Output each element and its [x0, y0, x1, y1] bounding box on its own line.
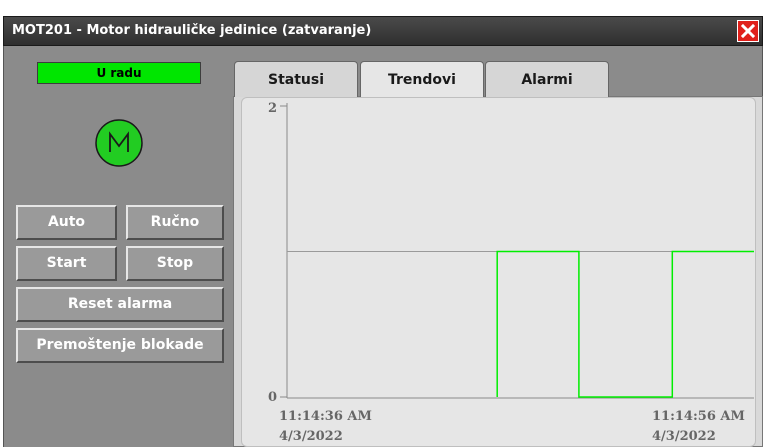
manual-button[interactable]: Ručno — [126, 205, 224, 240]
tab-trendovi[interactable]: Trendovi — [360, 61, 484, 99]
x-end-time: 11:14:56 AM — [652, 409, 745, 424]
status-indicator: U radu — [37, 62, 201, 84]
title-bar: MOT201 - Motor hidrauličke jedinice (zat… — [3, 16, 763, 46]
tab-trendovi-label: Trendovi — [388, 72, 456, 88]
tab-statusi-label: Statusi — [267, 72, 324, 88]
start-button[interactable]: Start — [16, 246, 117, 281]
trend-chart-svg: 2 0 11:14:36 AM 4/3/2022 11:14:56 AM 4/3… — [268, 101, 754, 444]
close-button[interactable] — [737, 20, 759, 42]
reset-alarm-label: Reset alarma — [67, 296, 173, 312]
trend-series-0 — [496, 250, 754, 398]
auto-button[interactable]: Auto — [16, 205, 117, 240]
tab-statusi[interactable]: Statusi — [234, 61, 358, 97]
x-end-date: 4/3/2022 — [652, 429, 716, 444]
x-start-time: 11:14:36 AM — [279, 409, 372, 424]
motor-icon — [95, 119, 143, 167]
stop-button-label: Stop — [156, 255, 194, 271]
tab-alarmi[interactable]: Alarmi — [485, 61, 609, 97]
manual-button-label: Ručno — [150, 214, 200, 230]
trend-chart: 2 0 11:14:36 AM 4/3/2022 11:14:56 AM 4/3… — [241, 97, 756, 447]
bypass-interlock-button[interactable]: Premoštenje blokade — [16, 328, 224, 363]
y-tick-max: 2 — [268, 101, 277, 116]
bypass-interlock-label: Premoštenje blokade — [36, 337, 204, 353]
x-start-date: 4/3/2022 — [279, 429, 343, 444]
series-layer — [287, 250, 754, 398]
auto-button-label: Auto — [47, 214, 86, 230]
trend-window: MOT201 - Motor hidrauličke jedinice (zat… — [0, 0, 766, 447]
window-title: MOT201 - Motor hidrauličke jedinice (zat… — [12, 23, 372, 38]
y-tick-min: 0 — [268, 390, 277, 405]
reset-alarm-button[interactable]: Reset alarma — [16, 287, 224, 322]
stop-button[interactable]: Stop — [126, 246, 224, 281]
tab-alarmi-label: Alarmi — [521, 72, 573, 88]
close-icon — [741, 24, 755, 38]
start-button-label: Start — [46, 255, 87, 271]
